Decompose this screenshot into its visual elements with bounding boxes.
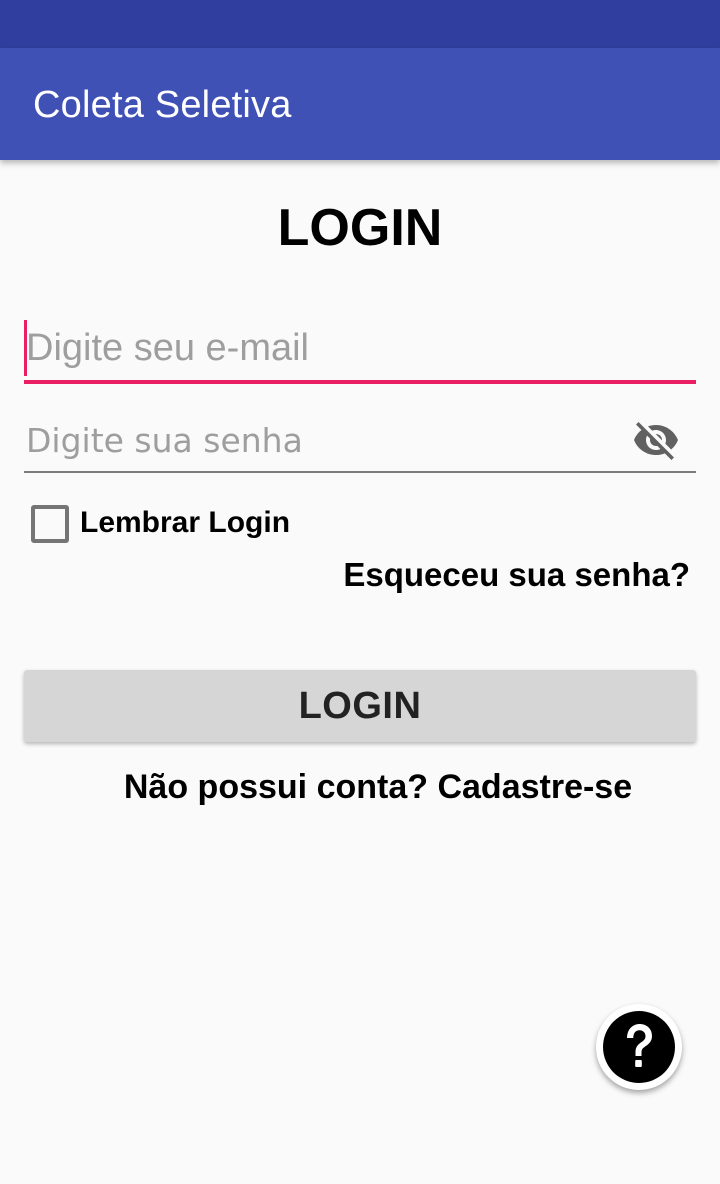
app-title: Coleta Seletiva xyxy=(33,84,292,126)
text-cursor xyxy=(24,320,27,376)
help-button[interactable] xyxy=(596,1004,682,1090)
password-underline xyxy=(24,471,696,473)
remember-login-checkbox[interactable] xyxy=(31,505,69,543)
status-bar xyxy=(0,0,720,48)
signup-link[interactable]: Não possui conta? Cadastre-se xyxy=(0,768,720,807)
password-field[interactable] xyxy=(24,410,696,474)
eye-off-icon xyxy=(634,422,678,460)
email-underline xyxy=(24,380,696,384)
page-title: LOGIN xyxy=(277,199,443,257)
password-input[interactable] xyxy=(24,410,624,470)
remember-login-row[interactable]: Lembrar Login xyxy=(28,502,428,546)
email-input[interactable] xyxy=(24,316,696,380)
email-field[interactable] xyxy=(24,316,696,384)
app-bar: Coleta Seletiva xyxy=(0,48,720,160)
remember-login-label[interactable]: Lembrar Login xyxy=(80,506,290,540)
forgot-password-link[interactable]: Esqueceu sua senha? xyxy=(343,556,690,594)
login-button[interactable]: LOGIN xyxy=(24,670,696,742)
password-visibility-toggle[interactable] xyxy=(630,416,682,464)
help-question-icon xyxy=(603,1011,675,1083)
